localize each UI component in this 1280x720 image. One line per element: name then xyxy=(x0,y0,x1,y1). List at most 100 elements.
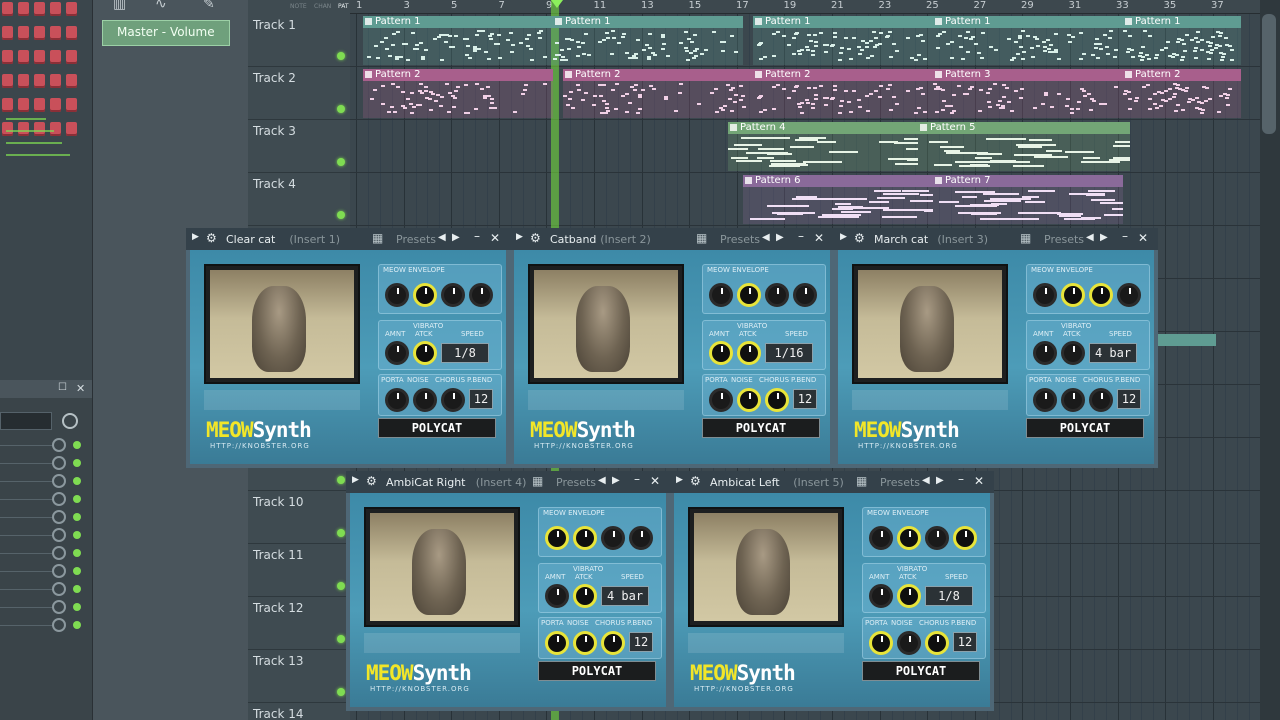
previous-preset-icon[interactable]: ◀ xyxy=(922,475,930,486)
track-header[interactable]: Track 2 xyxy=(248,67,350,120)
close-icon[interactable]: ✕ xyxy=(814,231,824,245)
mixer-channel-row[interactable] xyxy=(0,508,92,526)
knob[interactable] xyxy=(765,283,789,307)
knob[interactable] xyxy=(869,584,893,608)
step-pad[interactable] xyxy=(66,98,77,112)
knob[interactable] xyxy=(413,341,437,365)
timeline-ruler[interactable]: 1 3 5 7 9 11 13 15 17 19 21 23 25 27 29 31 33 35 37 xyxy=(350,0,1260,14)
track-header[interactable]: Track 3 xyxy=(248,120,350,173)
knob[interactable] xyxy=(925,526,949,550)
gear-icon[interactable]: ⚙ xyxy=(206,231,217,245)
previous-preset-icon[interactable]: ◀ xyxy=(438,232,446,243)
wave-icon[interactable]: ∿ xyxy=(155,0,167,12)
synth-window[interactable]: ▶ ⚙ Clear cat (Insert 1) ▦ Presets ◀ ▶ – ✕ MEOW EN… xyxy=(186,228,510,468)
channel-select-ring[interactable] xyxy=(52,438,66,452)
minimize-icon[interactable]: – xyxy=(958,472,964,486)
note-mode-button[interactable]: NOTE xyxy=(290,3,307,10)
pattern-clip[interactable]: Pattern 7 xyxy=(933,175,1123,224)
minimize-icon[interactable]: – xyxy=(1122,229,1128,243)
browser-item-master-volume[interactable]: Master - Volume xyxy=(102,20,230,46)
expand-arrow-icon[interactable]: ▶ xyxy=(192,232,199,242)
polycat-button[interactable]: POLYCAT xyxy=(702,418,820,438)
playhead-marker[interactable] xyxy=(551,0,563,8)
pitch-bend-display[interactable]: 12 xyxy=(793,389,817,409)
track-mute-led[interactable] xyxy=(337,158,345,166)
pattern-clip[interactable]: Pattern 1 xyxy=(553,16,743,65)
knob[interactable] xyxy=(737,341,761,365)
knob[interactable] xyxy=(385,283,409,307)
track-header[interactable]: Track 13 xyxy=(248,650,350,703)
next-preset-icon[interactable]: ▶ xyxy=(612,475,620,486)
pat-mode-button[interactable]: PAT xyxy=(338,3,349,10)
knob[interactable] xyxy=(737,388,761,412)
close-icon[interactable]: ✕ xyxy=(490,231,500,245)
step-pad[interactable] xyxy=(34,50,45,64)
close-icon[interactable]: ✕ xyxy=(1138,231,1148,245)
channel-enable-led[interactable] xyxy=(73,567,81,575)
knob[interactable] xyxy=(1089,283,1113,307)
knob[interactable] xyxy=(869,526,893,550)
synth-window-titlebar[interactable]: ▶ ⚙ AmbiCat Right (Insert 4) ▦ Presets ◀ ▶ – ✕ xyxy=(346,471,670,493)
step-pad[interactable] xyxy=(34,98,45,112)
step-pad[interactable] xyxy=(18,74,29,88)
track-mute-led[interactable] xyxy=(337,582,345,590)
channel-select-ring[interactable] xyxy=(52,474,66,488)
previous-preset-icon[interactable]: ◀ xyxy=(1086,232,1094,243)
pattern-clip[interactable]: Pattern 1 xyxy=(933,16,1123,65)
step-pad[interactable] xyxy=(50,2,61,16)
polycat-button[interactable]: POLYCAT xyxy=(538,661,656,681)
knob[interactable] xyxy=(629,526,653,550)
mixer-channel-row[interactable] xyxy=(0,526,92,544)
track-mute-led[interactable] xyxy=(337,476,345,484)
step-pad[interactable] xyxy=(50,98,61,112)
knob[interactable] xyxy=(1061,341,1085,365)
knob[interactable] xyxy=(897,584,921,608)
track-mute-led[interactable] xyxy=(337,635,345,643)
step-pad[interactable] xyxy=(2,74,13,88)
track-mute-led[interactable] xyxy=(337,52,345,60)
knob[interactable] xyxy=(1033,388,1057,412)
step-pad[interactable] xyxy=(66,74,77,88)
presets-button[interactable]: Presets xyxy=(880,476,920,489)
channel-enable-led[interactable] xyxy=(73,531,81,539)
polycat-button[interactable]: POLYCAT xyxy=(862,661,980,681)
channel-select-ring[interactable] xyxy=(52,600,66,614)
step-pad[interactable] xyxy=(2,122,13,136)
expand-arrow-icon[interactable]: ▶ xyxy=(840,232,847,242)
track-header[interactable]: Track 14 xyxy=(248,703,350,720)
step-pad[interactable] xyxy=(18,2,29,16)
knob[interactable] xyxy=(545,584,569,608)
pattern-clip[interactable]: Pattern 3 xyxy=(933,69,1123,118)
pattern-clip[interactable]: Pattern 2 xyxy=(1123,69,1241,118)
pattern-clip[interactable]: Pattern 2 xyxy=(753,69,933,118)
step-pad[interactable] xyxy=(34,2,45,16)
speed-display[interactable]: 1/16 xyxy=(765,343,813,363)
pattern-clip[interactable]: Pattern 1 xyxy=(753,16,933,65)
channel-enable-led[interactable] xyxy=(73,621,81,629)
pencil-icon[interactable]: ✎ xyxy=(203,0,215,12)
pitch-bend-display[interactable]: 12 xyxy=(953,632,977,652)
mixer-channel-row[interactable] xyxy=(0,580,92,598)
expand-arrow-icon[interactable]: ▶ xyxy=(352,475,359,485)
close-icon[interactable]: ✕ xyxy=(974,474,984,488)
synth-window[interactable]: ▶ ⚙ March cat (Insert 3) ▦ Presets ◀ ▶ – ✕ MEOW EN… xyxy=(834,228,1158,468)
knob[interactable] xyxy=(897,631,921,655)
synth-window-titlebar[interactable]: ▶ ⚙ Ambicat Left (Insert 5) ▦ Presets ◀ ▶ – ✕ xyxy=(670,471,994,493)
knob[interactable] xyxy=(709,341,733,365)
track-header[interactable]: Track 11 xyxy=(248,544,350,597)
track-header[interactable]: Track 4 xyxy=(248,173,350,226)
keyboard-icon[interactable]: ▦ xyxy=(372,231,383,245)
grid-icon[interactable]: ▥ xyxy=(113,0,126,12)
speed-display[interactable]: 4 bar xyxy=(1089,343,1137,363)
step-pad[interactable] xyxy=(2,26,13,40)
speed-display[interactable]: 1/8 xyxy=(925,586,973,606)
knob[interactable] xyxy=(573,584,597,608)
knob[interactable] xyxy=(545,526,569,550)
pattern-clip[interactable]: Pattern 4 xyxy=(728,122,918,171)
channel-select-ring[interactable] xyxy=(52,510,66,524)
channel-select-ring[interactable] xyxy=(52,564,66,578)
maximize-icon[interactable]: ☐ xyxy=(58,382,67,393)
knob[interactable] xyxy=(953,526,977,550)
step-pad[interactable] xyxy=(34,26,45,40)
track-mute-led[interactable] xyxy=(337,529,345,537)
